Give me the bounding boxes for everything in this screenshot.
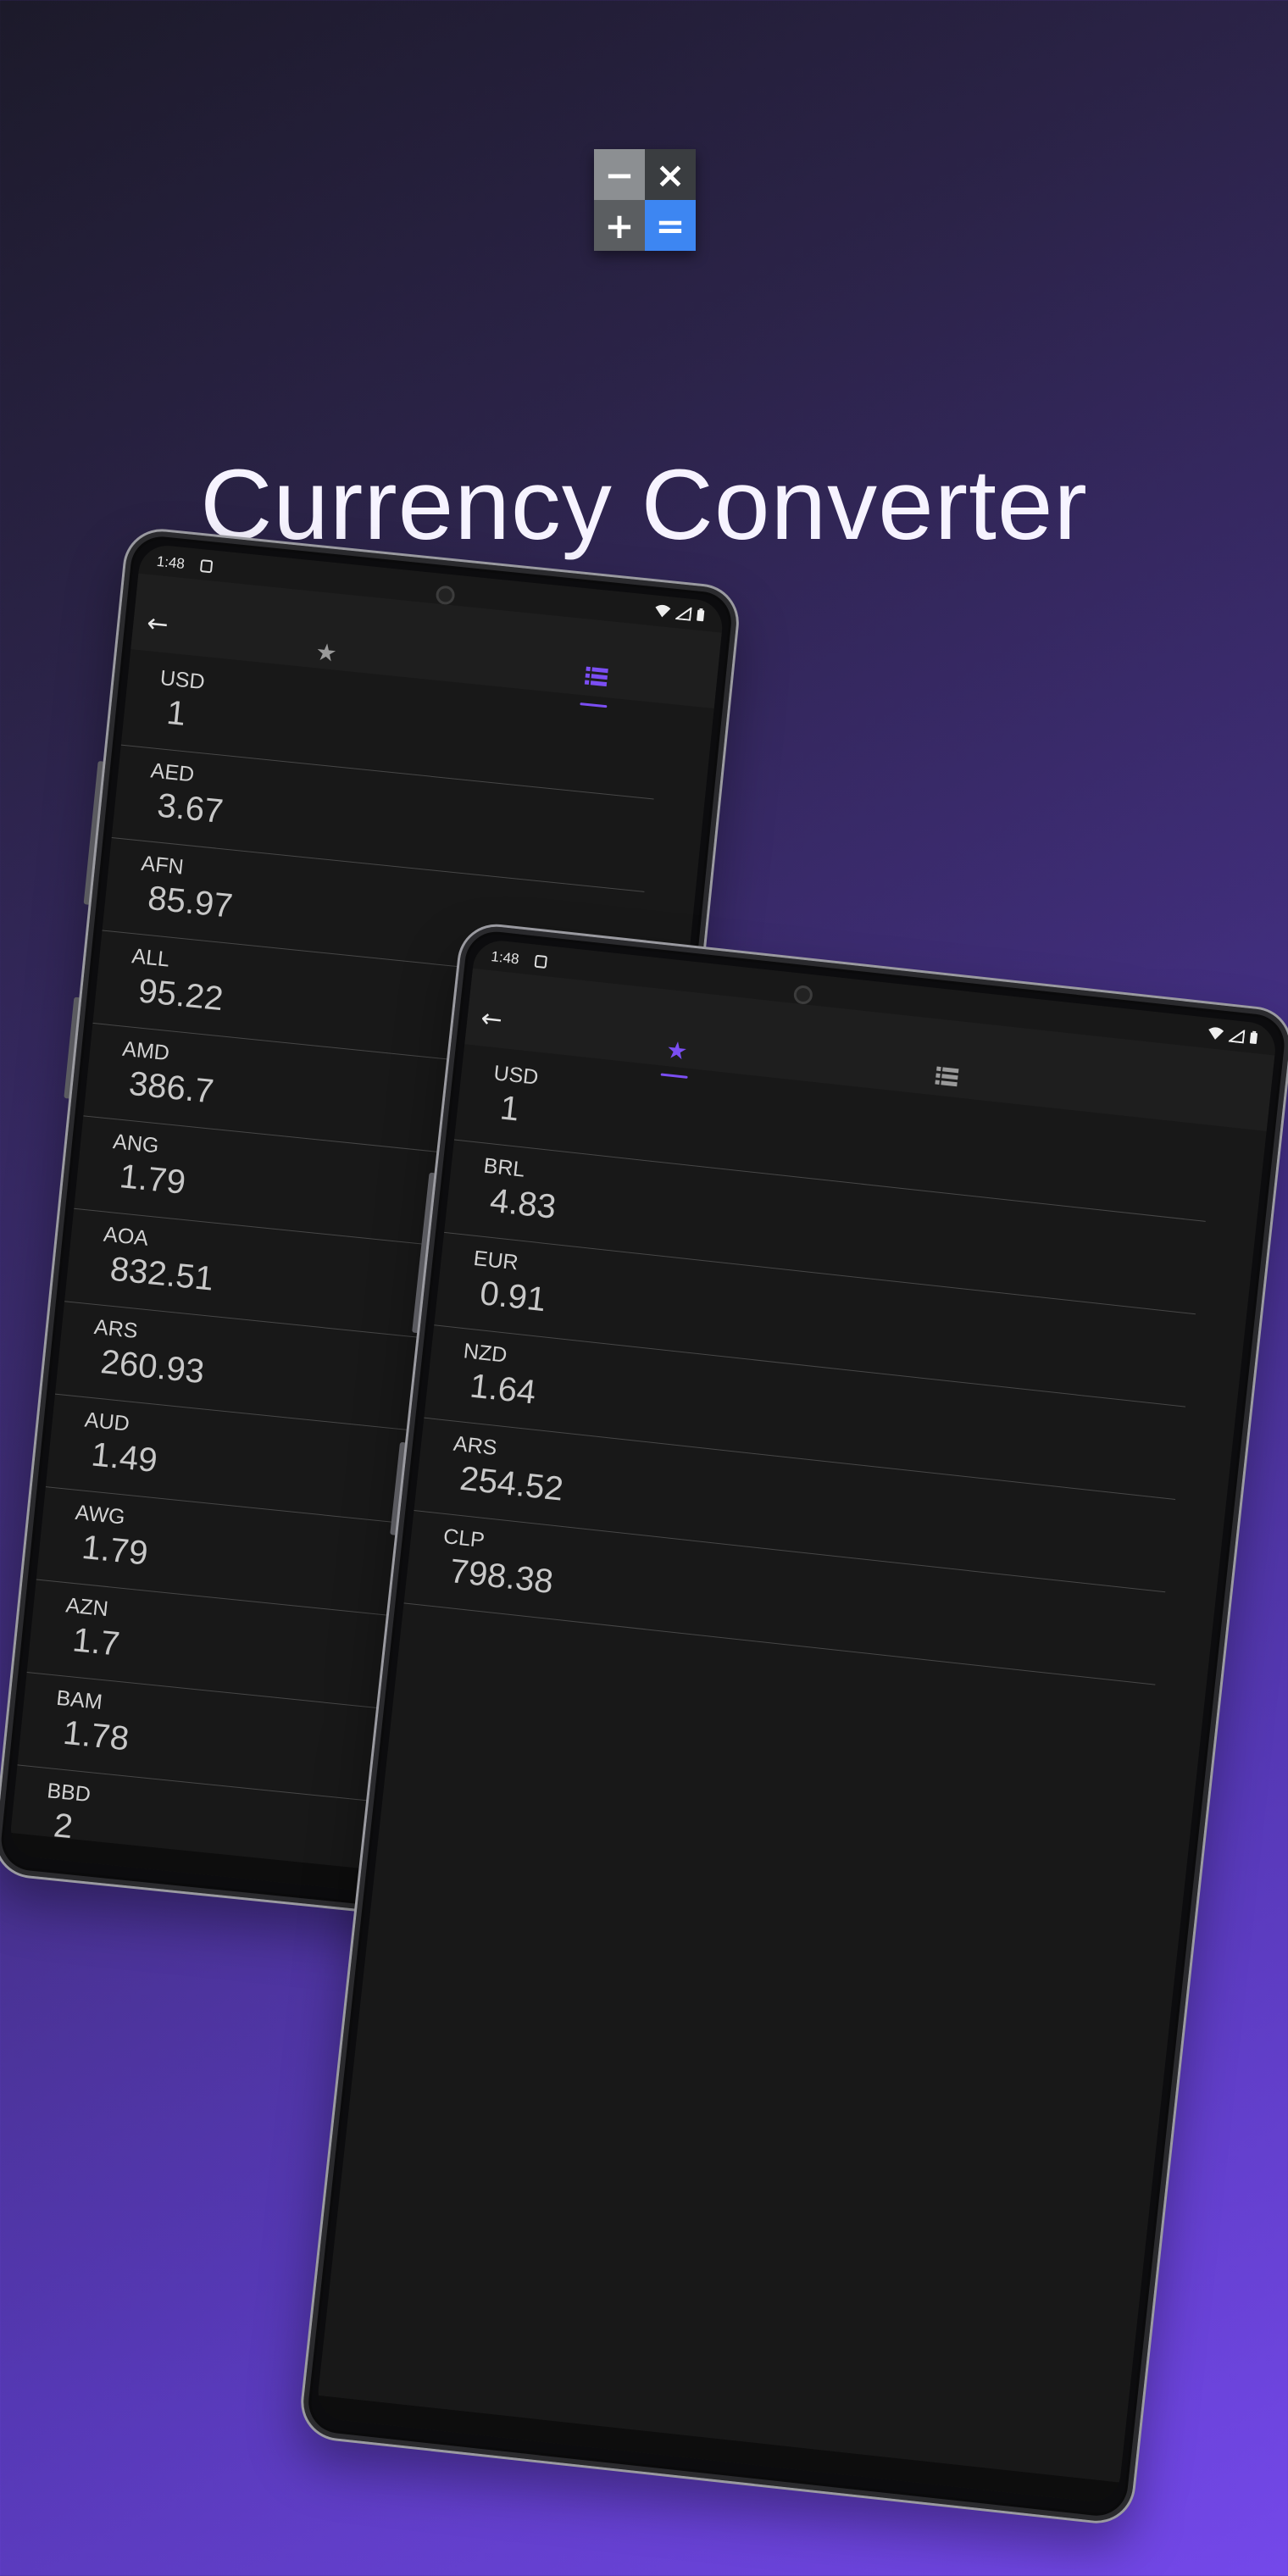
currency-code: AUD [83, 1407, 131, 1436]
currency-code: BRL [482, 1153, 526, 1182]
app-logo: − × + = [594, 149, 696, 251]
currency-value-input[interactable]: 1 [165, 694, 188, 734]
currency-code: AZN [64, 1593, 110, 1622]
notification-icon [199, 559, 214, 574]
wifi-icon [655, 604, 671, 618]
currency-value-input[interactable]: 1.49 [90, 1435, 159, 1480]
currency-value-input[interactable]: 832.51 [108, 1251, 215, 1299]
currency-value-input[interactable]: 1.79 [80, 1529, 150, 1574]
currency-value-input[interactable]: 4.83 [488, 1182, 558, 1227]
currency-value-input[interactable]: 1.7 [70, 1621, 122, 1663]
currency-code: CLP [441, 1524, 486, 1553]
currency-code: AWG [74, 1500, 126, 1530]
currency-code: ALL [130, 944, 171, 972]
signal-icon [675, 606, 692, 621]
currency-code: AED [149, 758, 196, 787]
navigation-bar [315, 2395, 1120, 2505]
currency-value-input[interactable]: 386.7 [127, 1065, 215, 1112]
minus-icon: − [594, 149, 645, 200]
currency-code: AMD [121, 1036, 171, 1066]
currency-value-input[interactable]: 1.78 [61, 1714, 130, 1759]
signal-icon [1228, 1029, 1246, 1044]
status-time: 1:48 [490, 948, 520, 968]
currency-value-input[interactable]: 1.64 [468, 1367, 537, 1412]
currency-code: USD [492, 1061, 540, 1090]
currency-code: ANG [112, 1130, 160, 1158]
currency-value-input[interactable]: 1 [498, 1089, 521, 1129]
battery-icon [1249, 1030, 1258, 1045]
currency-code: NZD [462, 1339, 508, 1368]
currency-value-input[interactable]: 3.67 [155, 786, 225, 831]
arrow-left-icon[interactable]: ← [146, 608, 170, 640]
status-time: 1:48 [155, 552, 186, 573]
currency-code: AOA [102, 1222, 150, 1251]
favorites-list: USD 1 BRL 4.83 EUR 0.91 NZD 1.64 ARS 254.52 CLP 798… [403, 1047, 1267, 1690]
star-icon: ★ [664, 1035, 690, 1066]
currency-code: BAM [55, 1685, 104, 1715]
times-icon: × [645, 149, 696, 200]
wifi-icon [1208, 1027, 1224, 1040]
app-screen: 1:48 ← ★ [315, 937, 1279, 2505]
currency-code: ARS [92, 1314, 139, 1344]
currency-code: BBD [46, 1779, 92, 1807]
star-icon: ★ [314, 637, 339, 668]
currency-value-input[interactable]: 0.91 [478, 1274, 547, 1319]
equals-icon: = [645, 200, 696, 251]
currency-code: AFN [140, 851, 185, 880]
currency-code: USD [158, 665, 206, 695]
currency-value-input[interactable]: 798.38 [447, 1552, 555, 1602]
currency-code: ARS [452, 1431, 498, 1461]
notification-icon [534, 954, 548, 969]
arrow-left-icon[interactable]: ← [480, 1003, 504, 1035]
currency-value-input[interactable]: 1.79 [118, 1158, 187, 1202]
currency-value-input[interactable]: 254.52 [458, 1460, 564, 1509]
currency-value-input[interactable]: 95.22 [136, 972, 225, 1019]
list-icon [935, 1066, 959, 1087]
list-icon [584, 666, 608, 687]
phone-favorites: 1:48 ← ★ USD 1 BRL 4.83 EUR 0.91 NZD 1.6… [297, 920, 1288, 2528]
plus-icon: + [594, 200, 645, 251]
currency-value-input[interactable]: 85.97 [146, 880, 234, 926]
currency-value-input[interactable]: 260.93 [99, 1343, 206, 1391]
battery-icon [697, 608, 705, 622]
phone-frame: 1:48 ← ★ [297, 920, 1288, 2528]
currency-code: EUR [472, 1246, 520, 1275]
